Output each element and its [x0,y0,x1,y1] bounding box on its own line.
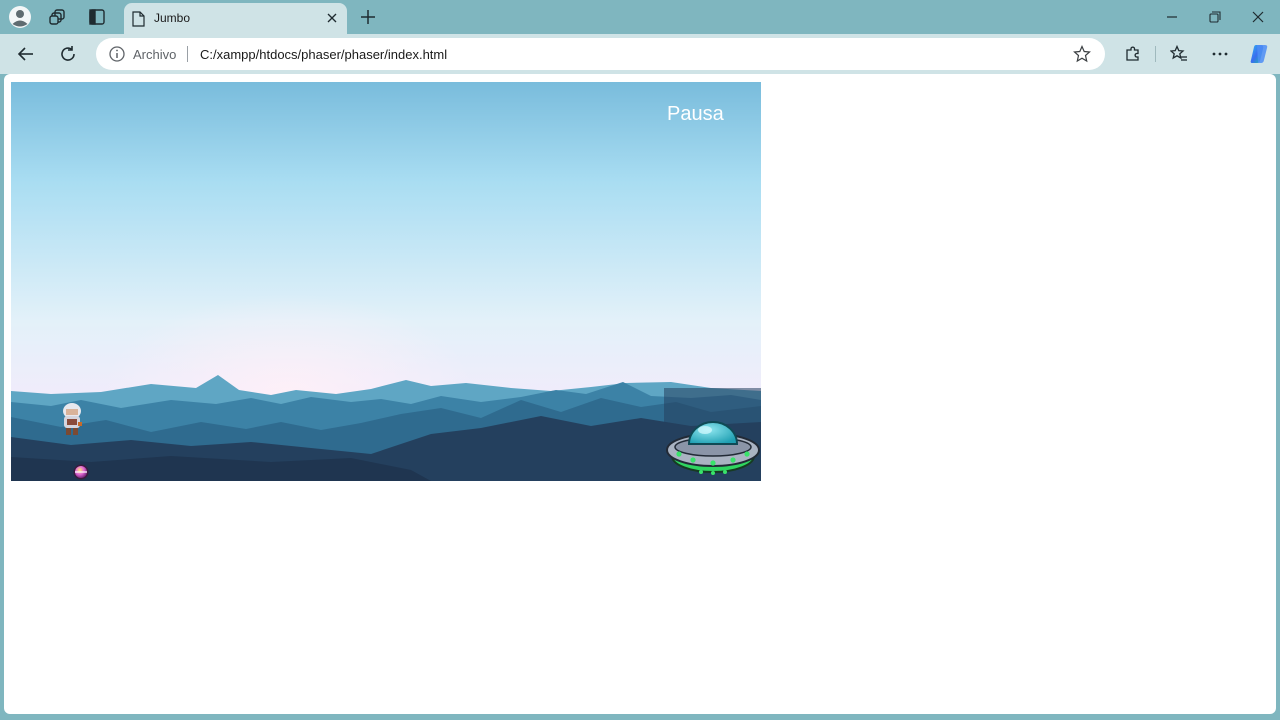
profile-avatar-icon[interactable] [8,5,32,29]
tab-jumbo[interactable]: Jumbo [124,3,347,34]
tab-strip: Jumbo [0,0,1280,34]
pause-button[interactable]: Pausa [667,103,724,126]
bomb-orb [73,464,89,480]
close-icon[interactable] [1238,4,1278,30]
star-icon[interactable] [1073,45,1091,63]
tab-title: Jumbo [154,11,191,25]
browser-toolbar: Archivo C:/xampp/htdocs/phaser/phaser/in… [0,34,1280,74]
plus-icon[interactable] [356,5,380,29]
close-tab-icon[interactable] [323,9,341,27]
vertical-tabs-icon[interactable] [85,5,109,29]
page-viewport: Pausa [4,74,1276,714]
minimize-icon[interactable] [1152,4,1192,30]
copilot-icon[interactable] [1245,40,1273,68]
address-bar[interactable]: Archivo C:/xampp/htdocs/phaser/phaser/in… [96,38,1105,70]
toolbar-divider [1155,46,1156,62]
page-icon [132,11,145,27]
arrow-left-icon[interactable] [12,40,40,68]
game-canvas[interactable]: Pausa [11,82,761,481]
workspaces-icon[interactable] [46,5,70,29]
restore-icon[interactable] [1195,4,1235,30]
security-label[interactable]: Archivo [133,47,176,62]
window-bottom-border [0,714,1280,720]
refresh-icon[interactable] [54,40,82,68]
game-scene [11,82,761,481]
puzzle-icon[interactable] [1119,40,1147,68]
info-icon[interactable] [108,45,126,63]
favorites-icon[interactable] [1165,40,1193,68]
address-divider [187,46,188,62]
url-text[interactable]: C:/xampp/htdocs/phaser/phaser/index.html [200,47,447,62]
ellipsis-icon[interactable] [1206,40,1234,68]
